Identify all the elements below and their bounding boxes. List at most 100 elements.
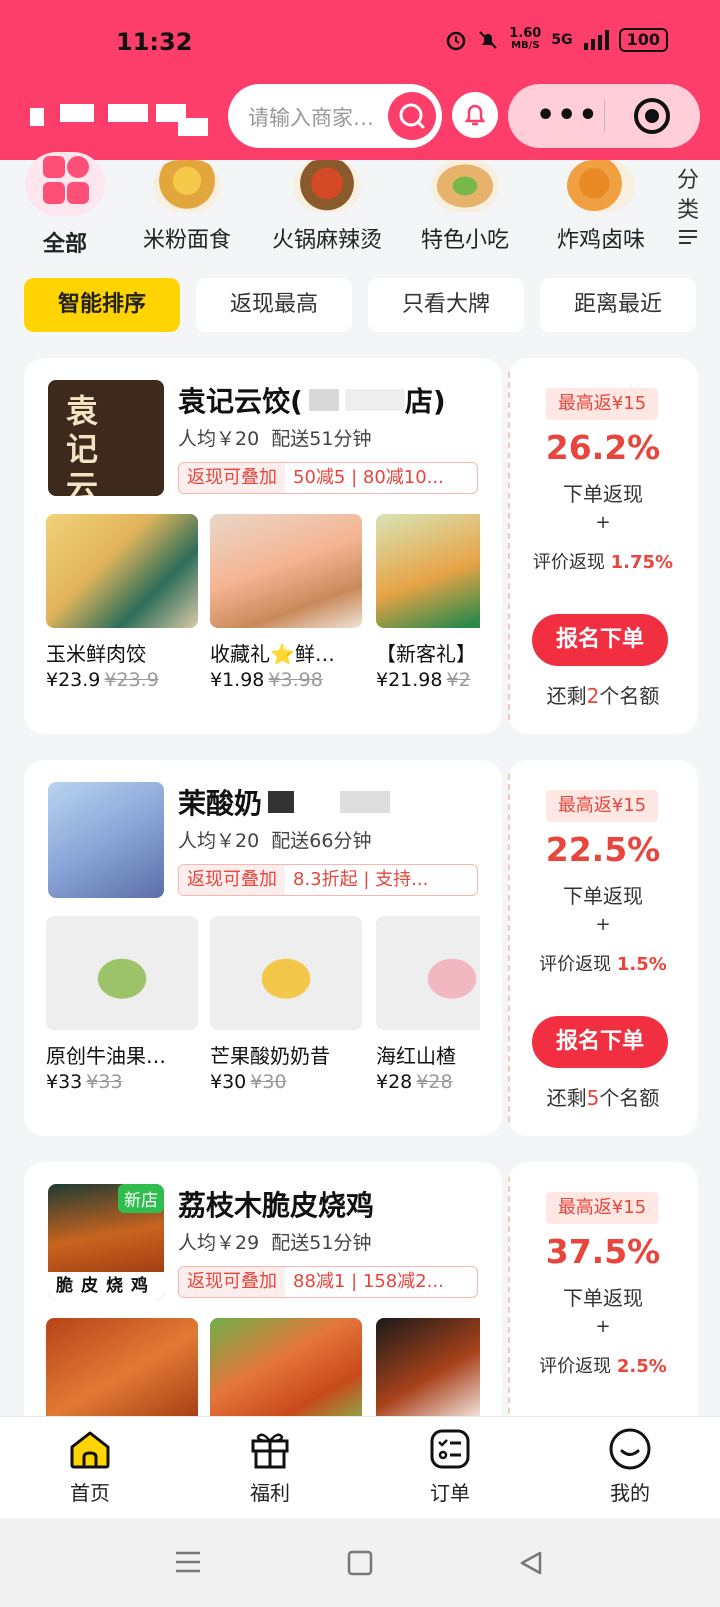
mute-icon (479, 31, 497, 49)
category-noodles[interactable]: 米粉面食 (122, 160, 252, 254)
search-button[interactable] (388, 92, 436, 140)
order-return-label: 下单返现 (563, 884, 643, 908)
category-all[interactable]: 全部 (0, 152, 130, 258)
alarm-icon (447, 31, 466, 51)
category-more[interactable]: 分类 (676, 166, 700, 256)
store-card[interactable]: 脆皮烧鸡 新店 荔枝木脆皮烧鸡 人均￥29 配送51分钟 返现可叠加 88减1 |… (24, 1162, 502, 1416)
dish-image (376, 514, 480, 628)
dish-item[interactable] (210, 1318, 362, 1416)
order-return-label: 下单返现 (563, 482, 643, 506)
bottom-nav: 首页 福利 订单 我的 (0, 1416, 720, 1518)
max-return-badge: 最高返¥15 (546, 388, 658, 420)
sort-cashback-high[interactable]: 返现最高 (196, 278, 352, 332)
store-name: 荔枝木脆皮烧鸡 (178, 1189, 375, 1222)
grid-icon (25, 152, 105, 216)
dish-item[interactable] (376, 1318, 480, 1416)
back-icon[interactable] (518, 1550, 544, 1576)
fried-chicken-icon (567, 160, 635, 212)
network-speed: 1.60 MB/S (509, 26, 542, 51)
cashback-percent: 22.5% (545, 830, 661, 869)
remaining-slots: 还剩5个名额 (546, 1086, 660, 1110)
capsule-divider (604, 100, 605, 132)
cashback-percent: 37.5% (545, 1232, 661, 1271)
promo-strip: 返现可叠加 8.3折起 | 支持... (178, 864, 478, 896)
dish-image (376, 1318, 480, 1416)
gift-icon (248, 1427, 292, 1471)
home-square-icon[interactable] (347, 1550, 373, 1576)
category-row: 全部 米粉面食 火锅麻辣烫 特色小吃 炸鸡卤味 分类 (0, 152, 720, 260)
dish-image (46, 916, 198, 1030)
sort-nearest[interactable]: 距离最近 (540, 278, 696, 332)
sort-big-brand[interactable]: 只看大牌 (368, 278, 524, 332)
max-return-badge: 最高返¥15 (546, 790, 658, 822)
battery-indicator: 100 (618, 28, 668, 52)
sort-tabs: 智能排序 返现最高 只看大牌 距离最近 (0, 278, 720, 334)
dish-item[interactable]: 【新客礼】 ¥21.98 ¥2 (376, 514, 480, 691)
signal-icon (583, 30, 609, 50)
category-fried-chicken[interactable]: 炸鸡卤味 (536, 160, 666, 254)
signal-5g: 5G (551, 32, 573, 48)
nav-welfare[interactable]: 福利 (210, 1427, 330, 1506)
store-name-blurred (30, 104, 210, 136)
notification-button[interactable] (452, 92, 498, 138)
wrap-icon (431, 160, 499, 212)
store-card[interactable]: 茉酸奶 人均￥20 配送66分钟 返现可叠加 8.3折起 | 支持... 原创牛油… (24, 760, 502, 1136)
noodle-icon (153, 160, 221, 212)
close-miniprogram-icon[interactable] (634, 98, 670, 134)
search-input[interactable]: 请输入商家… (248, 102, 388, 132)
status-bar: 11:32 1.60 MB/S 5G 100 (0, 22, 720, 62)
dish-item[interactable]: 玉米鲜肉饺 ¥23.9 ¥23.9 (46, 514, 198, 691)
cashback-panel: 最高返¥15 22.5% 下单返现 + 评价返现 1.5% 报名下单 还剩5个名… (508, 760, 698, 1136)
search-box[interactable]: 请输入商家… (228, 84, 442, 148)
profile-icon (608, 1427, 652, 1471)
dish-item[interactable]: 原创牛油果… ¥33 ¥33 (46, 916, 198, 1093)
header-bar: 11:32 1.60 MB/S 5G 100 请输入商家… ••• (0, 0, 720, 160)
dish-item[interactable]: 海红山楂 ¥28 ¥28 (376, 916, 480, 1093)
plus-sign: + (595, 914, 611, 935)
dish-image (210, 1318, 362, 1416)
dish-image (376, 916, 480, 1030)
hotpot-icon (293, 160, 361, 212)
store-name: 茉酸奶 (178, 782, 494, 822)
dish-item[interactable]: 收藏礼⭐鲜… ¥1.98 ¥3.98 (210, 514, 362, 691)
eval-return: 评价返现 1.5% (539, 954, 667, 975)
menu-lines-icon (679, 230, 697, 244)
plus-sign: + (595, 512, 611, 533)
store-name: 袁记云饺(店) (178, 385, 446, 418)
cashback-percent: 26.2% (545, 428, 661, 467)
order-list-icon (428, 1427, 472, 1471)
dish-item[interactable] (46, 1318, 198, 1416)
menu-icon[interactable] (174, 1550, 202, 1574)
nav-mine[interactable]: 我的 (570, 1427, 690, 1506)
store-meta: 人均￥29 配送51分钟 (178, 1232, 372, 1254)
store-meta: 人均￥20 配送66分钟 (178, 830, 372, 852)
cashback-panel: 最高返¥15 37.5% 下单返现 + 评价返现 2.5% (508, 1162, 698, 1416)
category-hotpot[interactable]: 火锅麻辣烫 (262, 160, 392, 254)
nav-home[interactable]: 首页 (30, 1427, 150, 1506)
category-snacks[interactable]: 特色小吃 (400, 160, 530, 254)
promo-strip: 返现可叠加 50减5 | 80减10... (178, 462, 478, 494)
dish-image (210, 916, 362, 1030)
sort-smart[interactable]: 智能排序 (24, 278, 180, 332)
system-nav-bar (0, 1518, 720, 1607)
divider (508, 372, 510, 720)
store-meta: 人均￥20 配送51分钟 (178, 428, 372, 450)
search-icon (399, 103, 425, 129)
home-icon (68, 1427, 112, 1471)
store-card[interactable]: 袁记云饺 袁记云饺(店) 人均￥20 配送51分钟 返现可叠加50减5 | 80… (24, 358, 502, 734)
signup-order-button[interactable]: 报名下单 (532, 614, 668, 666)
divider (508, 774, 510, 1122)
store-logo: 袁记云饺 (48, 380, 164, 496)
miniprogram-capsule: ••• (508, 84, 700, 148)
nav-orders[interactable]: 订单 (390, 1427, 510, 1506)
dish-image (46, 1318, 198, 1416)
status-icons: 1.60 MB/S 5G 100 (445, 26, 668, 52)
signup-order-button[interactable]: 报名下单 (532, 1016, 668, 1068)
promo-strip: 返现可叠加 88减1 | 158减2... (178, 1266, 478, 1298)
eval-return: 评价返现 1.75% (532, 552, 674, 573)
new-store-badge: 新店 (118, 1184, 164, 1213)
dish-item[interactable]: 芒果酸奶奶昔 ¥30 ¥30 (210, 916, 362, 1093)
dish-image (210, 514, 362, 628)
dish-image (46, 514, 198, 628)
more-menu-icon[interactable]: ••• (536, 98, 600, 133)
